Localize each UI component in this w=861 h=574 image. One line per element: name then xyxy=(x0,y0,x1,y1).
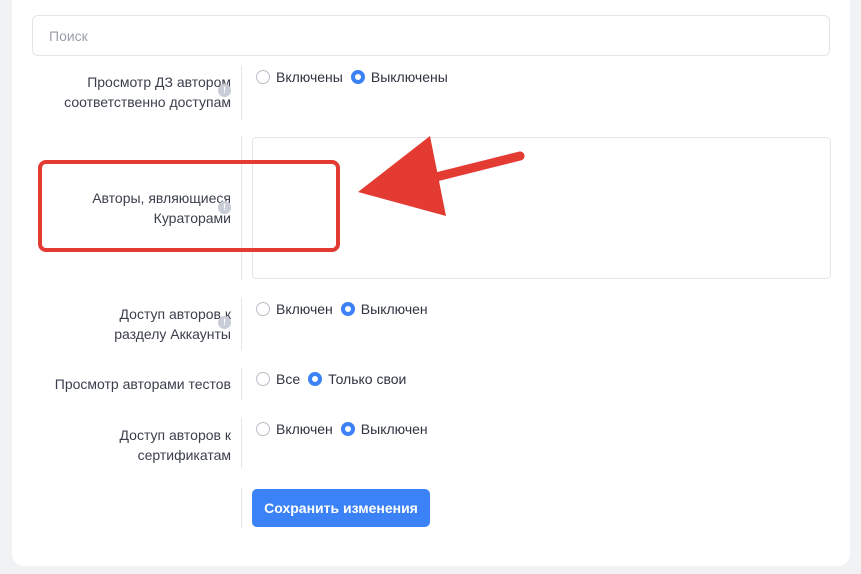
radio-group-tests-view: Все Только свои xyxy=(256,371,414,387)
radio-option-disabled[interactable]: Выключен xyxy=(340,421,428,437)
info-icon[interactable]: ! xyxy=(218,316,231,329)
radio-button-checked[interactable] xyxy=(340,302,355,316)
divider xyxy=(241,298,242,350)
divider xyxy=(241,488,242,528)
divider xyxy=(241,418,242,468)
radio-button-checked[interactable] xyxy=(340,422,355,436)
radio-group-homework-view: Включены Выключены xyxy=(256,69,456,85)
annotation-arrow-icon xyxy=(358,136,525,216)
radio-button[interactable] xyxy=(256,422,270,436)
search-input[interactable] xyxy=(32,15,830,56)
divider xyxy=(241,66,242,120)
info-icon[interactable]: ! xyxy=(218,84,231,97)
annotation-highlight-box xyxy=(38,160,340,252)
radio-option-enabled[interactable]: Включены xyxy=(256,69,343,85)
radio-option-own-only[interactable]: Только свои xyxy=(308,371,406,387)
radio-button[interactable] xyxy=(256,302,270,316)
setting-label-homework-view: Просмотр ДЗ автором соответственно досту… xyxy=(64,74,231,110)
radio-option-disabled[interactable]: Выключен xyxy=(340,301,428,317)
radio-group-accounts-access: Включен Выключен xyxy=(256,301,436,317)
radio-button[interactable] xyxy=(256,70,270,84)
radio-option-enabled[interactable]: Включен xyxy=(256,301,333,317)
divider xyxy=(241,368,242,400)
save-changes-button[interactable]: Сохранить изменения xyxy=(252,489,430,527)
radio-group-certificates-access: Включен Выключен xyxy=(256,421,436,437)
setting-label-accounts-access: Доступ авторов к разделу Аккаунты xyxy=(114,306,231,342)
radio-button[interactable] xyxy=(256,372,270,386)
radio-option-all[interactable]: Все xyxy=(256,371,300,387)
radio-button-checked[interactable] xyxy=(308,372,323,386)
radio-button-checked[interactable] xyxy=(350,70,365,84)
radio-option-disabled[interactable]: Выключены xyxy=(350,69,448,85)
setting-label-certificates-access: Доступ авторов к сертификатам xyxy=(119,427,231,463)
radio-option-enabled[interactable]: Включен xyxy=(256,421,333,437)
setting-label-tests-view: Просмотр авторами тестов xyxy=(54,376,231,392)
